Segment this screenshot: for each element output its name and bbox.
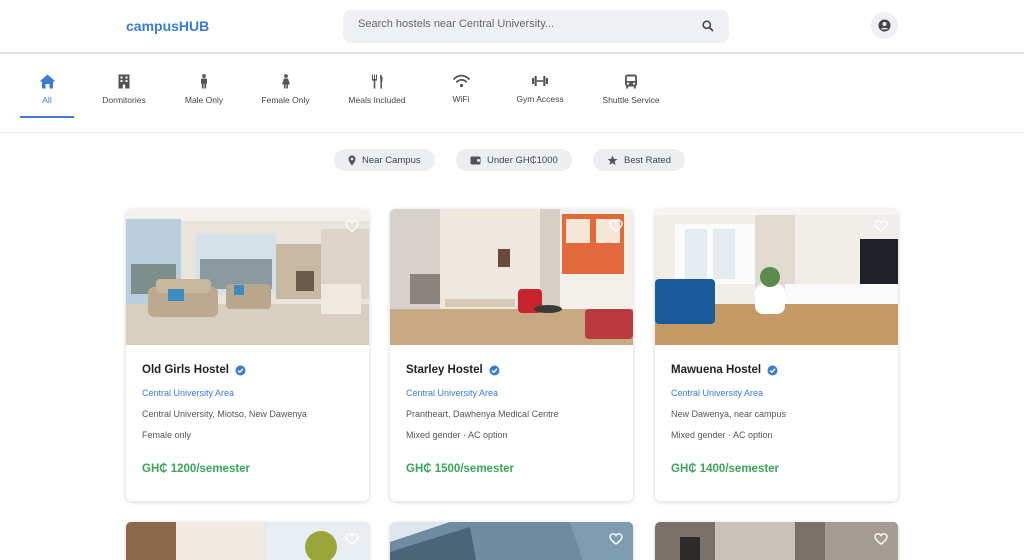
listing-card[interactable]: Starley Hostel Central University Area P… xyxy=(390,209,633,501)
star-icon xyxy=(607,155,618,165)
location-pin-icon xyxy=(348,155,356,165)
filter-label: Best Rated xyxy=(624,154,671,166)
category-all[interactable]: All xyxy=(20,70,74,118)
filter-label: Near Campus xyxy=(362,154,421,166)
verified-badge-icon xyxy=(235,365,246,375)
category-meals-included[interactable]: Meals Included xyxy=(344,70,410,116)
home-icon xyxy=(39,74,55,89)
category-shuttle-service[interactable]: Shuttle Service xyxy=(600,70,662,116)
hostel-photo[interactable] xyxy=(655,522,898,560)
account-button[interactable] xyxy=(871,12,898,39)
search-bar[interactable] xyxy=(343,10,729,43)
hostel-details: Mixed gender · AC option xyxy=(671,430,773,440)
top-header: campusHUB xyxy=(0,0,1024,54)
hostel-address: Central University, Miotso, New Dawenya xyxy=(142,409,307,419)
wifi-icon xyxy=(452,74,470,88)
account-icon xyxy=(878,19,891,32)
hostel-address: Prantheart, Dawhenya Medical Centre xyxy=(406,409,559,419)
hostel-name[interactable]: Old Girls Hostel xyxy=(142,364,229,376)
category-dormitories[interactable]: Dormitories xyxy=(96,70,152,116)
filter-best-rated[interactable]: Best Rated xyxy=(593,149,685,171)
verified-badge-icon xyxy=(767,365,778,375)
category-wifi[interactable]: WiFi xyxy=(448,70,474,116)
dumbbell-icon xyxy=(532,76,548,86)
hostel-name-row: Starley Hostel xyxy=(406,364,500,376)
female-icon xyxy=(281,74,290,89)
category-label: Female Only xyxy=(261,95,310,105)
favorite-heart-icon[interactable] xyxy=(874,220,888,232)
hostel-area[interactable]: Central University Area xyxy=(671,388,763,398)
listing-card[interactable]: Mawuena Hostel Central University Area N… xyxy=(655,209,898,501)
hostel-photo[interactable] xyxy=(390,209,633,345)
search-icon[interactable] xyxy=(701,19,715,33)
building-icon xyxy=(118,74,130,89)
category-label: Gym Access xyxy=(516,94,564,104)
category-label: Meals Included xyxy=(348,95,406,105)
filter-label: Under GH₵1000 xyxy=(487,154,558,166)
hostel-photo[interactable] xyxy=(126,209,369,345)
category-label: Dormitories xyxy=(102,95,146,105)
logo[interactable]: campusHUB xyxy=(126,18,209,34)
favorite-heart-icon[interactable] xyxy=(609,533,623,545)
search-input[interactable] xyxy=(358,18,678,30)
favorite-heart-icon[interactable] xyxy=(874,533,888,545)
category-label: Male Only xyxy=(184,95,224,105)
favorite-heart-icon[interactable] xyxy=(345,533,359,545)
hostel-name-row: Mawuena Hostel xyxy=(671,364,778,376)
category-label: Shuttle Service xyxy=(602,95,660,105)
filter-near-campus[interactable]: Near Campus xyxy=(334,149,435,171)
hostel-name[interactable]: Mawuena Hostel xyxy=(671,364,761,376)
category-female-only[interactable]: Female Only xyxy=(254,70,317,116)
wallet-icon xyxy=(470,156,481,165)
favorite-heart-icon[interactable] xyxy=(609,220,623,232)
category-label: All xyxy=(42,95,52,105)
hostel-area[interactable]: Central University Area xyxy=(406,388,498,398)
hostel-photo[interactable] xyxy=(126,522,369,560)
hostel-address: New Dawenya, near campus xyxy=(671,409,787,419)
category-gym-access[interactable]: Gym Access xyxy=(512,70,568,116)
hostel-photo[interactable] xyxy=(655,209,898,345)
verified-badge-icon xyxy=(489,365,500,375)
hostel-details: Female only xyxy=(142,430,192,440)
category-nav: All Dormitories Male Only Female Only Me… xyxy=(0,56,1024,133)
listing-card[interactable]: Old Girls Hostel Central University Area… xyxy=(126,209,369,501)
filter-under-1000[interactable]: Under GH₵1000 xyxy=(456,149,572,171)
favorite-heart-icon[interactable] xyxy=(345,220,359,232)
hostel-price: GH₵ 1400/semester xyxy=(671,463,780,475)
category-male-only[interactable]: Male Only xyxy=(178,70,230,116)
hostel-name[interactable]: Starley Hostel xyxy=(406,364,483,376)
listing-card-partial[interactable] xyxy=(390,522,633,560)
male-icon xyxy=(201,74,207,89)
bus-icon xyxy=(625,74,637,89)
hostel-area[interactable]: Central University Area xyxy=(142,388,234,398)
hostel-name-row: Old Girls Hostel xyxy=(142,364,246,376)
hostel-photo[interactable] xyxy=(390,522,633,560)
utensils-icon xyxy=(371,74,383,89)
hostel-price: GH₵ 1500/semester xyxy=(406,463,515,475)
hostel-price: GH₵ 1200/semester xyxy=(142,463,251,475)
listing-card-partial[interactable] xyxy=(655,522,898,560)
category-label: WiFi xyxy=(452,94,470,104)
listing-card-partial[interactable] xyxy=(126,522,369,560)
hostel-details: Mixed gender · AC option xyxy=(406,430,508,440)
